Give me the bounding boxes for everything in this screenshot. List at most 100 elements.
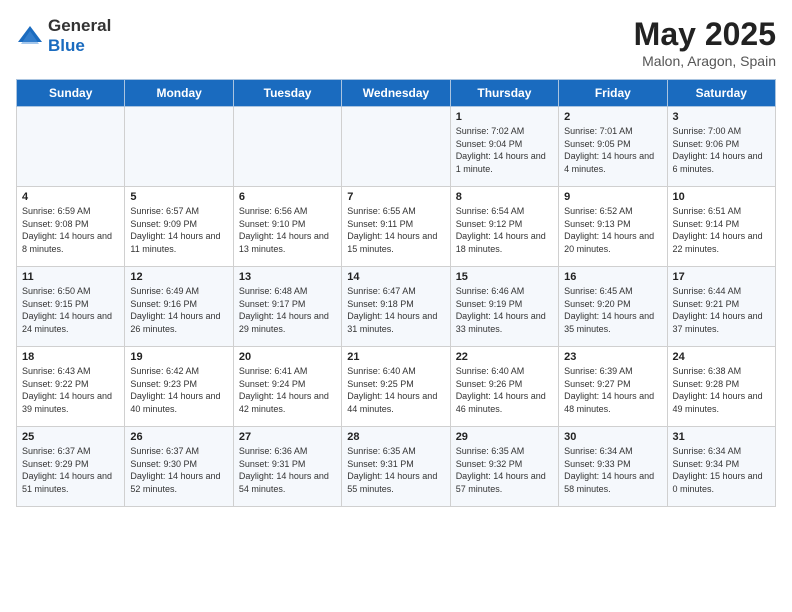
calendar-cell: 26 Sunrise: 6:37 AMSunset: 9:30 PMDayligh…: [125, 427, 233, 507]
calendar-body: 1Sunrise: 7:02 AMSunset: 9:04 PMDaylight…: [17, 107, 776, 507]
calendar-table: SundayMondayTuesdayWednesdayThursdayFrid…: [16, 79, 776, 507]
calendar-cell: 20 Sunrise: 6:41 AMSunset: 9:24 PMDayligh…: [233, 347, 341, 427]
day-number: 20: [239, 351, 336, 363]
day-info: Sunrise: 6:35 AMSunset: 9:32 PMDaylight:…: [456, 445, 553, 495]
day-number: 1: [456, 111, 553, 123]
day-info: Sunrise: 6:52 AMSunset: 9:13 PMDaylight:…: [564, 205, 661, 255]
day-number: 31: [673, 431, 770, 443]
day-info: Sunrise: 6:44 AMSunset: 9:21 PMDaylight:…: [673, 285, 770, 335]
week-row-2: 4Sunrise: 6:59 AMSunset: 9:08 PMDaylight…: [17, 187, 776, 267]
logo: General Blue: [16, 16, 111, 56]
day-number: 14: [347, 271, 444, 283]
logo-general-text: General: [48, 16, 111, 36]
day-number: 16: [564, 271, 661, 283]
day-number: 27: [239, 431, 336, 443]
day-number: 15: [456, 271, 553, 283]
calendar-cell: [233, 107, 341, 187]
day-number: 23: [564, 351, 661, 363]
day-number: 12: [130, 271, 227, 283]
logo-icon: [16, 22, 44, 50]
day-number: 22: [456, 351, 553, 363]
header: General Blue May 2025 Malon, Aragon, Spa…: [16, 16, 776, 69]
day-number: 8: [456, 191, 553, 203]
calendar-cell: 2 Sunrise: 7:01 AMSunset: 9:05 PMDaylight…: [559, 107, 667, 187]
calendar-cell: 10 Sunrise: 6:51 AMSunset: 9:14 PMDayligh…: [667, 187, 775, 267]
day-header-sunday: Sunday: [17, 80, 125, 107]
calendar-cell: 3 Sunrise: 7:00 AMSunset: 9:06 PMDaylight…: [667, 107, 775, 187]
calendar-cell: 1Sunrise: 7:02 AMSunset: 9:04 PMDaylight…: [450, 107, 558, 187]
days-header-row: SundayMondayTuesdayWednesdayThursdayFrid…: [17, 80, 776, 107]
calendar-cell: [125, 107, 233, 187]
day-number: 29: [456, 431, 553, 443]
day-info: Sunrise: 6:34 AMSunset: 9:34 PMDaylight:…: [673, 445, 770, 495]
calendar-cell: 11 Sunrise: 6:50 AMSunset: 9:15 PMDayligh…: [17, 267, 125, 347]
day-info: Sunrise: 6:59 AMSunset: 9:08 PMDaylight:…: [22, 205, 119, 255]
subtitle: Malon, Aragon, Spain: [634, 53, 776, 69]
logo-blue-text: Blue: [48, 36, 111, 56]
calendar-cell: 19 Sunrise: 6:42 AMSunset: 9:23 PMDayligh…: [125, 347, 233, 427]
calendar-cell: 17 Sunrise: 6:44 AMSunset: 9:21 PMDayligh…: [667, 267, 775, 347]
day-number: 6: [239, 191, 336, 203]
day-number: 17: [673, 271, 770, 283]
day-info: Sunrise: 6:49 AMSunset: 9:16 PMDaylight:…: [130, 285, 227, 335]
day-info: Sunrise: 6:41 AMSunset: 9:24 PMDaylight:…: [239, 365, 336, 415]
day-info: Sunrise: 6:43 AMSunset: 9:22 PMDaylight:…: [22, 365, 119, 415]
day-info: Sunrise: 6:48 AMSunset: 9:17 PMDaylight:…: [239, 285, 336, 335]
calendar-cell: 15 Sunrise: 6:46 AMSunset: 9:19 PMDayligh…: [450, 267, 558, 347]
calendar-cell: 28Sunrise: 6:35 AMSunset: 9:31 PMDayligh…: [342, 427, 450, 507]
calendar-cell: 21Sunrise: 6:40 AMSunset: 9:25 PMDayligh…: [342, 347, 450, 427]
day-info: Sunrise: 6:34 AMSunset: 9:33 PMDaylight:…: [564, 445, 661, 495]
calendar-cell: 22 Sunrise: 6:40 AMSunset: 9:26 PMDayligh…: [450, 347, 558, 427]
week-row-1: 1Sunrise: 7:02 AMSunset: 9:04 PMDaylight…: [17, 107, 776, 187]
day-info: Sunrise: 7:01 AMSunset: 9:05 PMDaylight:…: [564, 125, 661, 175]
calendar-cell: 6Sunrise: 6:56 AMSunset: 9:10 PMDaylight…: [233, 187, 341, 267]
calendar-cell: [342, 107, 450, 187]
day-number: 19: [130, 351, 227, 363]
day-info: Sunrise: 7:00 AMSunset: 9:06 PMDaylight:…: [673, 125, 770, 175]
day-number: 18: [22, 351, 119, 363]
day-number: 5: [130, 191, 227, 203]
calendar-cell: 31 Sunrise: 6:34 AMSunset: 9:34 PMDayligh…: [667, 427, 775, 507]
calendar-cell: 12 Sunrise: 6:49 AMSunset: 9:16 PMDayligh…: [125, 267, 233, 347]
day-header-wednesday: Wednesday: [342, 80, 450, 107]
day-number: 2: [564, 111, 661, 123]
day-info: Sunrise: 6:46 AMSunset: 9:19 PMDaylight:…: [456, 285, 553, 335]
day-number: 3: [673, 111, 770, 123]
calendar-cell: 29 Sunrise: 6:35 AMSunset: 9:32 PMDayligh…: [450, 427, 558, 507]
day-number: 28: [347, 431, 444, 443]
day-number: 13: [239, 271, 336, 283]
calendar-cell: 14Sunrise: 6:47 AMSunset: 9:18 PMDayligh…: [342, 267, 450, 347]
day-info: Sunrise: 6:55 AMSunset: 9:11 PMDaylight:…: [347, 205, 444, 255]
day-header-saturday: Saturday: [667, 80, 775, 107]
day-header-thursday: Thursday: [450, 80, 558, 107]
day-info: Sunrise: 6:40 AMSunset: 9:26 PMDaylight:…: [456, 365, 553, 415]
day-header-monday: Monday: [125, 80, 233, 107]
day-header-friday: Friday: [559, 80, 667, 107]
calendar-cell: 18 Sunrise: 6:43 AMSunset: 9:22 PMDayligh…: [17, 347, 125, 427]
week-row-4: 18 Sunrise: 6:43 AMSunset: 9:22 PMDayligh…: [17, 347, 776, 427]
day-info: Sunrise: 6:51 AMSunset: 9:14 PMDaylight:…: [673, 205, 770, 255]
calendar-cell: 24Sunrise: 6:38 AMSunset: 9:28 PMDayligh…: [667, 347, 775, 427]
calendar-cell: 30Sunrise: 6:34 AMSunset: 9:33 PMDayligh…: [559, 427, 667, 507]
week-row-5: 25Sunrise: 6:37 AMSunset: 9:29 PMDayligh…: [17, 427, 776, 507]
day-header-tuesday: Tuesday: [233, 80, 341, 107]
day-info: Sunrise: 6:42 AMSunset: 9:23 PMDaylight:…: [130, 365, 227, 415]
calendar-cell: 9Sunrise: 6:52 AMSunset: 9:13 PMDaylight…: [559, 187, 667, 267]
calendar-cell: [17, 107, 125, 187]
calendar-cell: 8Sunrise: 6:54 AMSunset: 9:12 PMDaylight…: [450, 187, 558, 267]
day-info: Sunrise: 6:38 AMSunset: 9:28 PMDaylight:…: [673, 365, 770, 415]
week-row-3: 11 Sunrise: 6:50 AMSunset: 9:15 PMDayligh…: [17, 267, 776, 347]
day-info: Sunrise: 6:39 AMSunset: 9:27 PMDaylight:…: [564, 365, 661, 415]
day-info: Sunrise: 6:37 AMSunset: 9:30 PMDaylight:…: [130, 445, 227, 495]
calendar-cell: 23 Sunrise: 6:39 AMSunset: 9:27 PMDayligh…: [559, 347, 667, 427]
day-number: 11: [22, 271, 119, 283]
day-info: Sunrise: 6:45 AMSunset: 9:20 PMDaylight:…: [564, 285, 661, 335]
day-number: 10: [673, 191, 770, 203]
day-info: Sunrise: 6:50 AMSunset: 9:15 PMDaylight:…: [22, 285, 119, 335]
day-number: 7: [347, 191, 444, 203]
calendar-cell: 25Sunrise: 6:37 AMSunset: 9:29 PMDayligh…: [17, 427, 125, 507]
day-info: Sunrise: 6:57 AMSunset: 9:09 PMDaylight:…: [130, 205, 227, 255]
day-number: 26: [130, 431, 227, 443]
calendar-cell: 4Sunrise: 6:59 AMSunset: 9:08 PMDaylight…: [17, 187, 125, 267]
main-title: May 2025: [634, 16, 776, 53]
